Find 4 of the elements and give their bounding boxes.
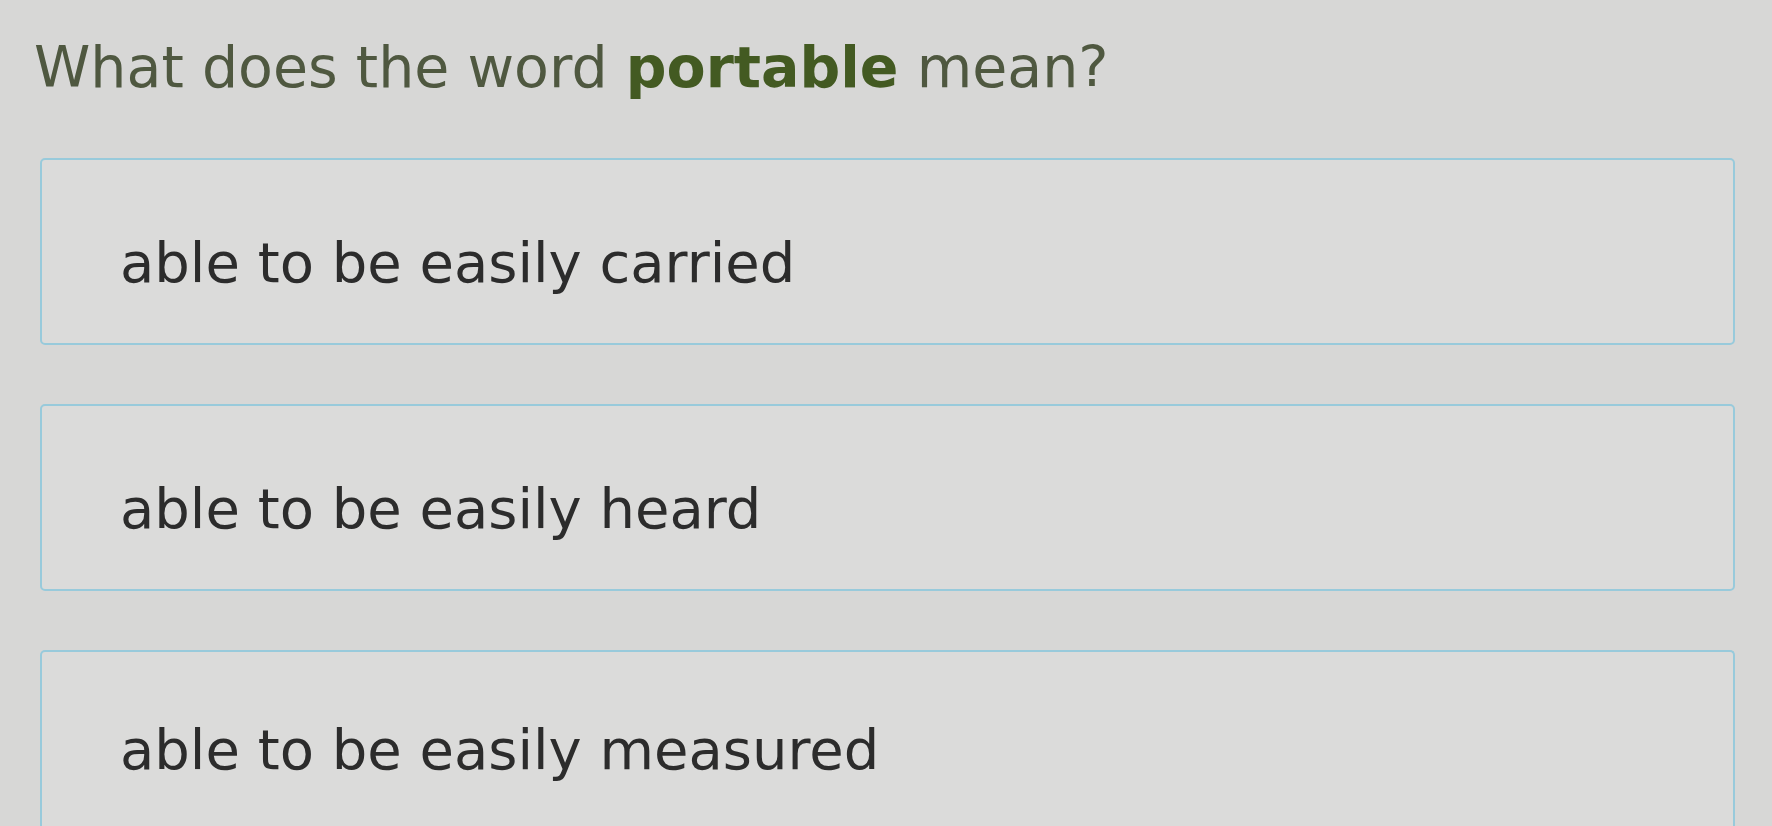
answer-option[interactable]: able to be easily measured [40, 650, 1735, 826]
answer-option[interactable]: able to be easily heard [40, 404, 1735, 592]
answer-option[interactable]: able to be easily carried [40, 158, 1735, 346]
question-text: What does the word portable mean? [34, 33, 1109, 102]
